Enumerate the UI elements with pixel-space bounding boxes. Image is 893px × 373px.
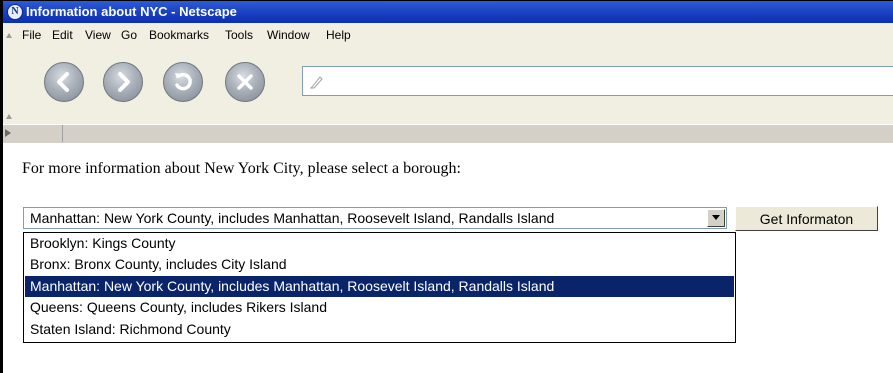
menu-tools[interactable]: Tools <box>225 28 253 42</box>
menu-view[interactable]: View <box>85 28 111 42</box>
stop-button[interactable] <box>225 62 265 102</box>
window-title: Information about NYC - Netscape <box>26 4 237 19</box>
title-bar: N Information about NYC - Netscape <box>3 1 893 23</box>
expand-arrow-icon <box>5 129 11 137</box>
intro-text: For more information about New York City… <box>22 160 461 177</box>
page-icon <box>309 76 323 89</box>
menu-bar: File Edit View Go Bookmarks Tools Window… <box>3 23 893 49</box>
menu-bookmarks[interactable]: Bookmarks <box>149 28 209 42</box>
forward-arrow-icon <box>118 72 130 92</box>
get-information-button[interactable]: Get Informaton <box>735 206 878 231</box>
option-brooklyn[interactable]: Brooklyn: Kings County <box>25 233 734 254</box>
option-staten-island[interactable]: Staten Island: Richmond County <box>25 319 734 340</box>
stop-icon <box>237 74 253 90</box>
chevron-down-icon <box>712 215 720 220</box>
menu-window[interactable]: Window <box>267 28 310 42</box>
option-manhattan[interactable]: Manhattan: New York County, includes Man… <box>25 276 734 297</box>
menu-go[interactable]: Go <box>121 28 137 42</box>
option-bronx[interactable]: Bronx: Bronx County, includes City Islan… <box>25 254 734 275</box>
page-content: For more information about New York City… <box>3 143 893 373</box>
menu-file[interactable]: File <box>22 28 41 42</box>
reload-icon <box>175 72 192 91</box>
menu-edit[interactable]: Edit <box>52 28 73 42</box>
reload-button[interactable] <box>163 62 203 102</box>
url-bar[interactable] <box>302 66 893 96</box>
sidebar-toggle[interactable] <box>3 125 63 142</box>
forward-button[interactable] <box>103 62 143 102</box>
toolbar-grip-icon[interactable] <box>5 31 13 39</box>
back-arrow-icon <box>57 72 69 92</box>
navigation-toolbar <box>3 48 893 124</box>
toolbar-grip-icon[interactable] <box>5 112 13 120</box>
borough-select[interactable]: Manhattan: New York County, includes Man… <box>23 207 727 229</box>
selected-option-text: Manhattan: New York County, includes Man… <box>30 210 555 226</box>
sidebar-strip <box>3 124 893 144</box>
option-queens[interactable]: Queens: Queens County, includes Rikers I… <box>25 297 734 318</box>
browser-window: N Information about NYC - Netscape File … <box>0 0 893 373</box>
url-input[interactable] <box>327 72 891 92</box>
borough-options-list: Brooklyn: Kings County Bronx: Bronx Coun… <box>23 232 736 343</box>
menu-help[interactable]: Help <box>326 28 351 42</box>
netscape-logo-icon: N <box>7 4 23 20</box>
dropdown-arrow-button[interactable] <box>707 209 725 227</box>
back-button[interactable] <box>44 62 84 102</box>
